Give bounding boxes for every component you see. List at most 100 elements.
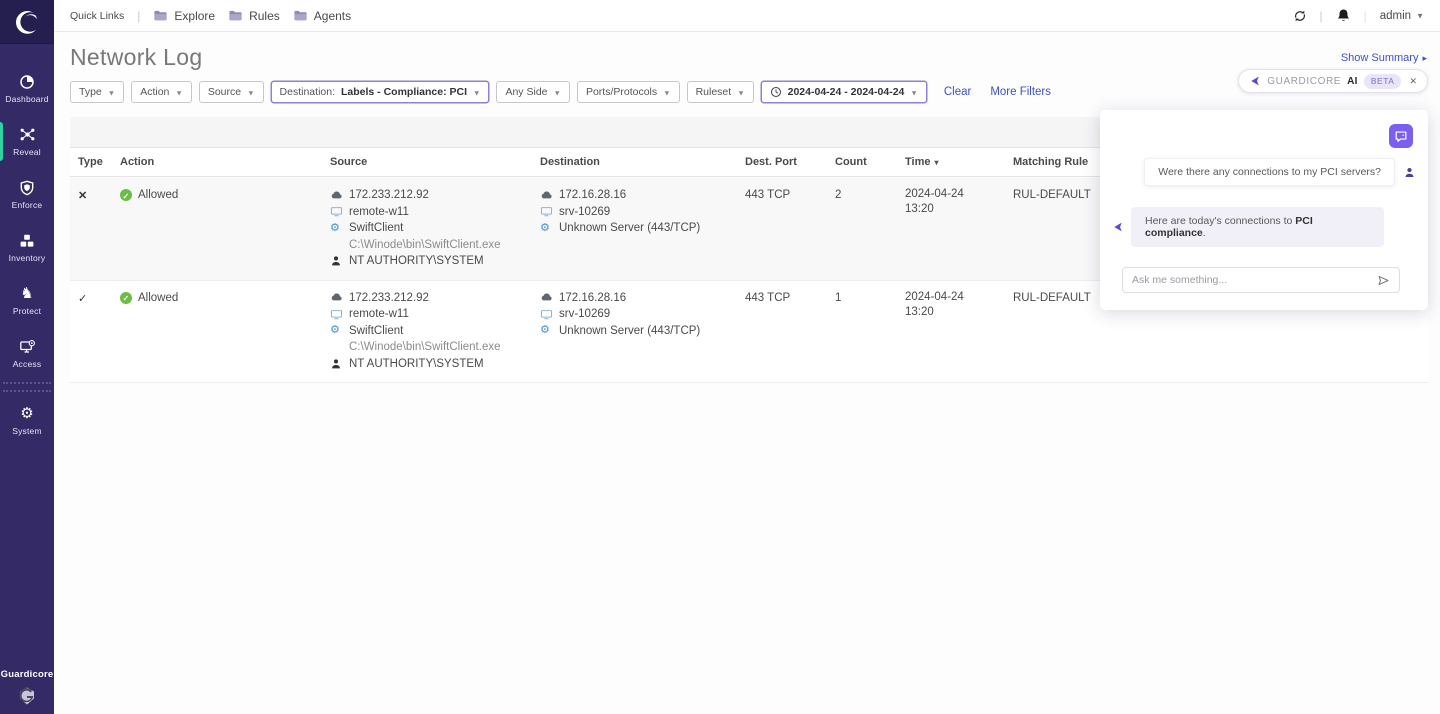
source-process[interactable]: SwiftClient	[349, 323, 403, 340]
source-user: NT AUTHORITY\SYSTEM	[349, 356, 484, 373]
sidebar-footer: Guardicore	[0, 669, 54, 714]
column-header-action[interactable]: Action	[120, 156, 330, 168]
sidebar-item-protect[interactable]: ♞ Protect	[0, 274, 54, 327]
ai-triangle-icon	[1112, 221, 1124, 233]
topbar-left: Quick Links | Explore Rules Agents	[54, 8, 351, 23]
filter-label: Ruleset	[696, 86, 732, 98]
type-cell: ✕	[78, 187, 120, 205]
ai-message-row: Here are today's connections to PCI comp…	[1112, 207, 1384, 247]
destination-cell: 172.16.28.16 srv-10269 ⚙Unknown Server (…	[540, 290, 745, 340]
ai-chat-input[interactable]	[1132, 274, 1377, 286]
filter-ruleset[interactable]: Ruleset ▼	[687, 81, 754, 103]
user-avatar-icon	[1403, 166, 1416, 179]
guardicore-brand-label: Guardicore	[1, 669, 54, 680]
bell-icon[interactable]	[1336, 8, 1351, 23]
topbar-right: | | admin ▼	[1293, 8, 1440, 23]
action-cell: Allowed	[120, 290, 330, 307]
folder-icon	[293, 8, 308, 23]
filter-bar: Type ▼ Action ▼ Source ▼ Destination: La…	[70, 81, 1051, 103]
source-cell: 172.233.212.92 remote-w11 ⚙ SwiftClient C…	[330, 187, 540, 270]
source-process-path: C:\Winode\bin\SwiftClient.exe	[330, 237, 540, 254]
source-process[interactable]: SwiftClient	[349, 220, 403, 237]
filter-action[interactable]: Action ▼	[131, 81, 192, 103]
boxes-icon	[19, 233, 35, 249]
destination-ip[interactable]: 172.16.28.16	[559, 187, 626, 204]
cloud-icon	[330, 189, 343, 202]
show-summary-link[interactable]: Show Summary	[1341, 52, 1427, 64]
username-label: admin	[1380, 10, 1411, 22]
filter-label: Ports/Protocols	[586, 86, 657, 98]
destination-host[interactable]: srv-10269	[559, 204, 610, 221]
sidebar: Dashboard Reveal Enforce Inventory ♞ Pro…	[0, 0, 54, 714]
sidebar-item-dashboard[interactable]: Dashboard	[0, 62, 54, 115]
destination-ip[interactable]: 172.16.28.16	[559, 290, 626, 307]
user-menu[interactable]: admin ▼	[1380, 10, 1424, 22]
sidebar-divider	[3, 382, 51, 392]
filter-any-side[interactable]: Any Side ▼	[496, 81, 569, 103]
folder-icon	[153, 8, 168, 23]
process-gear-icon: ⚙	[330, 222, 343, 235]
filter-value: Labels - Compliance: PCI	[341, 86, 467, 98]
knight-icon: ♞	[20, 286, 33, 302]
beta-badge: BETA	[1364, 74, 1402, 89]
close-icon[interactable]: ✕	[1409, 76, 1417, 87]
chevron-down-icon: ▼	[737, 88, 744, 97]
column-header-count[interactable]: Count	[835, 156, 905, 168]
quick-links-button[interactable]: Quick Links	[70, 10, 124, 22]
sidebar-item-system[interactable]: ⚙ System	[0, 394, 54, 447]
sidebar-item-label: Reveal	[13, 147, 41, 157]
nav-item-label: Explore	[174, 9, 215, 23]
nav-item-agents[interactable]: Agents	[293, 8, 351, 23]
shield-icon	[19, 180, 35, 196]
column-header-source[interactable]: Source	[330, 156, 540, 168]
topbar-divider: |	[1364, 9, 1367, 23]
user-message-row: Were there any connections to my PCI ser…	[1100, 158, 1416, 186]
chevron-down-icon: ▼	[247, 88, 254, 97]
new-chat-button[interactable]	[1389, 124, 1413, 148]
source-host[interactable]: remote-w11	[349, 306, 409, 323]
sidebar-item-reveal[interactable]: Reveal	[0, 115, 54, 168]
destination-process[interactable]: Unknown Server (443/TCP)	[559, 323, 700, 340]
ai-chip-ai-label: AI	[1347, 76, 1358, 87]
source-ip[interactable]: 172.233.212.92	[349, 187, 429, 204]
source-cell: 172.233.212.92 remote-w11 ⚙SwiftClient C…	[330, 290, 540, 373]
sidebar-item-label: Inventory	[9, 253, 46, 263]
date-value: 2024-04-24	[905, 187, 1013, 202]
cloud-icon	[330, 291, 343, 304]
filter-label: Action	[140, 86, 169, 98]
filter-label: Type	[79, 86, 102, 98]
sidebar-item-label: Dashboard	[5, 94, 48, 104]
chevron-down-icon: ▼	[910, 88, 917, 97]
filter-source[interactable]: Source ▼	[199, 81, 264, 103]
akamai-crescent-icon	[14, 9, 40, 35]
refresh-icon[interactable]	[1293, 9, 1307, 23]
more-filters-link[interactable]: More Filters	[990, 86, 1051, 98]
filter-destination[interactable]: Destination: Labels - Compliance: PCI ▼	[271, 81, 490, 103]
date-value: 2024-04-24	[905, 290, 1013, 305]
destination-host[interactable]: srv-10269	[559, 306, 610, 323]
filter-type[interactable]: Type ▼	[70, 81, 124, 103]
sidebar-item-inventory[interactable]: Inventory	[0, 221, 54, 274]
source-user: NT AUTHORITY\SYSTEM	[349, 253, 484, 270]
column-header-time[interactable]: Time	[905, 156, 1013, 168]
source-ip[interactable]: 172.233.212.92	[349, 290, 429, 307]
monitor-icon	[540, 308, 553, 321]
new-chat-icon	[1394, 129, 1408, 143]
column-header-type[interactable]: Type	[78, 156, 120, 168]
filter-date-range[interactable]: 2024-04-24 - 2024-04-24 ▼	[761, 81, 927, 103]
send-icon[interactable]	[1377, 274, 1390, 287]
destination-process[interactable]: Unknown Server (443/TCP)	[559, 220, 700, 237]
guardicore-ai-chip[interactable]: GUARDICORE AI BETA ✕	[1238, 69, 1428, 93]
filter-ports-protocols[interactable]: Ports/Protocols ▼	[577, 81, 680, 103]
sidebar-item-access[interactable]: Access	[0, 327, 54, 380]
clear-filters-link[interactable]: Clear	[944, 86, 971, 98]
column-header-destination[interactable]: Destination	[540, 156, 745, 168]
ai-message-bubble: Here are today's connections to PCI comp…	[1131, 207, 1384, 247]
nav-item-explore[interactable]: Explore	[153, 8, 215, 23]
nav-item-rules[interactable]: Rules	[228, 8, 280, 23]
column-header-dest-port[interactable]: Dest. Port	[745, 156, 835, 168]
person-icon	[330, 255, 342, 267]
sidebar-item-enforce[interactable]: Enforce	[0, 168, 54, 221]
akamai-logo[interactable]	[0, 0, 54, 44]
source-host[interactable]: remote-w11	[349, 204, 409, 221]
